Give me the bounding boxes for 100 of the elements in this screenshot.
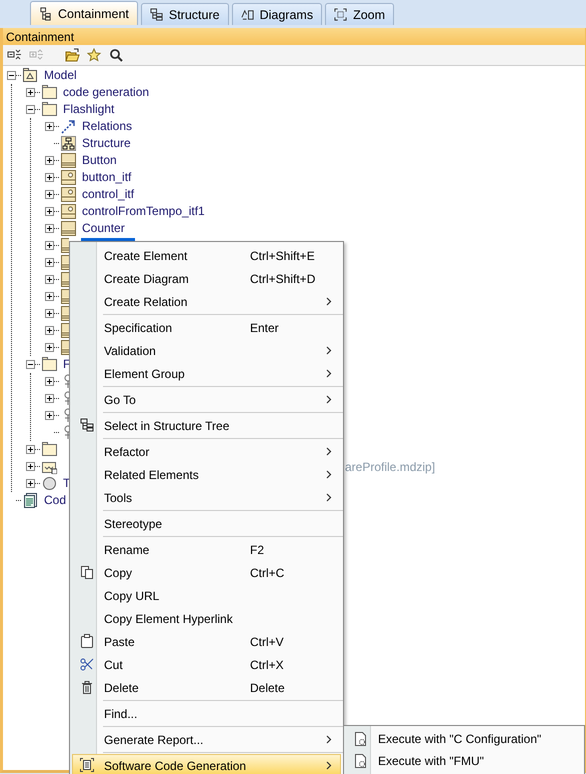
menu-item[interactable]: Create Relation bbox=[72, 290, 341, 313]
menu-item[interactable]: Cut Ctrl+X bbox=[72, 653, 341, 676]
block-icon bbox=[61, 153, 76, 168]
menu-item[interactable]: Copy URL bbox=[72, 584, 341, 607]
expand-toggle[interactable] bbox=[45, 394, 54, 403]
menu-item[interactable]: Validation bbox=[72, 339, 341, 362]
tree-item[interactable]: Button bbox=[81, 153, 118, 168]
menu-item[interactable]: Refactor bbox=[72, 440, 341, 463]
menu-item[interactable]: Delete Delete bbox=[72, 676, 341, 699]
tab[interactable]: Zoom bbox=[325, 3, 394, 25]
menu-item[interactable]: Create Element Ctrl+Shift+E bbox=[72, 244, 341, 267]
expand-toggle[interactable] bbox=[45, 173, 54, 182]
menu-item[interactable]: Paste Ctrl+V bbox=[72, 630, 341, 653]
chevron-icon bbox=[326, 297, 332, 306]
toolbar-button[interactable] bbox=[63, 46, 81, 64]
menu-item[interactable]: Tools bbox=[72, 486, 341, 509]
menu-item[interactable]: Related Elements bbox=[72, 463, 341, 486]
expand-toggle[interactable] bbox=[45, 190, 54, 199]
code-document-icon bbox=[23, 493, 38, 508]
expand-toggle[interactable] bbox=[26, 88, 35, 97]
expand-toggle[interactable] bbox=[26, 445, 35, 454]
chevron-icon bbox=[326, 369, 332, 378]
tree-item[interactable]: T bbox=[62, 476, 72, 491]
open-folder-icon bbox=[64, 48, 80, 62]
tab[interactable]: Containment bbox=[30, 1, 138, 25]
block-icon bbox=[61, 255, 69, 270]
tree-item[interactable]: controlFromTempo_itf1 bbox=[81, 204, 206, 219]
expand-toggle[interactable] bbox=[45, 207, 54, 216]
chevron-icon bbox=[326, 761, 332, 770]
tree-icon bbox=[150, 8, 164, 22]
menu-item[interactable]: Execute with "C Configuration" bbox=[346, 728, 582, 750]
menu-item[interactable]: Element Group bbox=[72, 362, 341, 385]
menu-item[interactable]: Go To bbox=[72, 388, 341, 411]
expand-toggle[interactable] bbox=[45, 122, 54, 131]
tree-item[interactable]: Relations bbox=[81, 119, 134, 134]
chevron-icon bbox=[326, 395, 332, 404]
fit-icon bbox=[334, 8, 348, 22]
dashed-arrow-icon bbox=[61, 119, 76, 134]
chevron-icon bbox=[326, 735, 332, 744]
expand-toggle[interactable] bbox=[45, 326, 54, 335]
profile-folder-icon bbox=[42, 459, 57, 474]
circle-icon bbox=[42, 476, 57, 491]
expand-toggle[interactable] bbox=[45, 224, 54, 233]
expand-toggle[interactable] bbox=[45, 241, 54, 250]
block-icon bbox=[61, 272, 69, 287]
interface-icon bbox=[61, 170, 76, 185]
folder-icon bbox=[42, 85, 57, 100]
search-icon bbox=[108, 48, 124, 62]
package-icon bbox=[23, 68, 38, 83]
document-frame-icon bbox=[80, 758, 94, 773]
menu-item[interactable]: Execute with "FMU" bbox=[346, 750, 582, 772]
chevron-icon bbox=[326, 447, 332, 456]
expand-toggle[interactable] bbox=[45, 411, 54, 420]
tree-item[interactable]: control_itf bbox=[81, 187, 136, 202]
toolbar-button[interactable] bbox=[107, 46, 125, 64]
menu-item[interactable]: Stereotype bbox=[72, 512, 341, 535]
expand-toggle[interactable] bbox=[45, 292, 54, 301]
expand-toggle[interactable] bbox=[45, 258, 54, 267]
folder-icon bbox=[42, 357, 57, 372]
menu-item[interactable]: Software Code Generation bbox=[72, 754, 341, 774]
tree-icon bbox=[80, 418, 94, 433]
collapse-toggle[interactable] bbox=[26, 360, 35, 369]
panel-title: Containment bbox=[6, 30, 74, 44]
expand-toggle[interactable] bbox=[45, 275, 54, 284]
chevron-icon bbox=[326, 346, 332, 355]
tree-item[interactable]: Model bbox=[43, 68, 78, 83]
expand-toggle[interactable] bbox=[45, 377, 54, 386]
tree-item[interactable]: Structure bbox=[81, 136, 132, 151]
menu-item[interactable]: Select in Structure Tree bbox=[72, 414, 341, 437]
menu-item[interactable]: Generate Report... bbox=[72, 728, 341, 751]
tree-item[interactable]: Flashlight bbox=[62, 102, 116, 117]
expand-toggle[interactable] bbox=[26, 479, 35, 488]
block-icon bbox=[61, 221, 76, 236]
menu-item[interactable]: Find... bbox=[72, 702, 341, 725]
collapse-toggle[interactable] bbox=[7, 71, 16, 80]
hierarchy-icon bbox=[61, 136, 76, 151]
menu-item[interactable]: Specification Enter bbox=[72, 316, 341, 339]
menu-item[interactable]: Copy Element Hyperlink bbox=[72, 607, 341, 630]
tree-item[interactable]: code generation bbox=[62, 85, 150, 100]
expand-toggle[interactable] bbox=[45, 309, 54, 318]
tree-item[interactable]: Counter bbox=[81, 221, 126, 236]
tab[interactable]: Structure bbox=[140, 3, 229, 25]
block-icon bbox=[61, 289, 69, 304]
folder-icon bbox=[42, 102, 57, 117]
block-icon bbox=[61, 238, 69, 253]
menu-item[interactable]: Rename F2 bbox=[72, 538, 341, 561]
menu-item[interactable]: Copy Ctrl+C bbox=[72, 561, 341, 584]
menu-item[interactable]: Create Diagram Ctrl+Shift+D bbox=[72, 267, 341, 290]
tab[interactable]: Diagrams bbox=[232, 3, 322, 25]
expand-toggle[interactable] bbox=[45, 156, 54, 165]
tree-item[interactable]: Cod bbox=[43, 493, 68, 508]
expand-toggle[interactable] bbox=[45, 343, 54, 352]
collapse-toggle[interactable] bbox=[26, 105, 35, 114]
folder-icon bbox=[42, 442, 57, 457]
tree-item[interactable]: button_itf bbox=[81, 170, 132, 185]
copy-icon bbox=[80, 565, 94, 580]
block-icon bbox=[61, 340, 69, 355]
chevron-icon bbox=[326, 470, 332, 479]
diagram-icon bbox=[240, 8, 255, 22]
clipboard-icon bbox=[80, 634, 94, 649]
